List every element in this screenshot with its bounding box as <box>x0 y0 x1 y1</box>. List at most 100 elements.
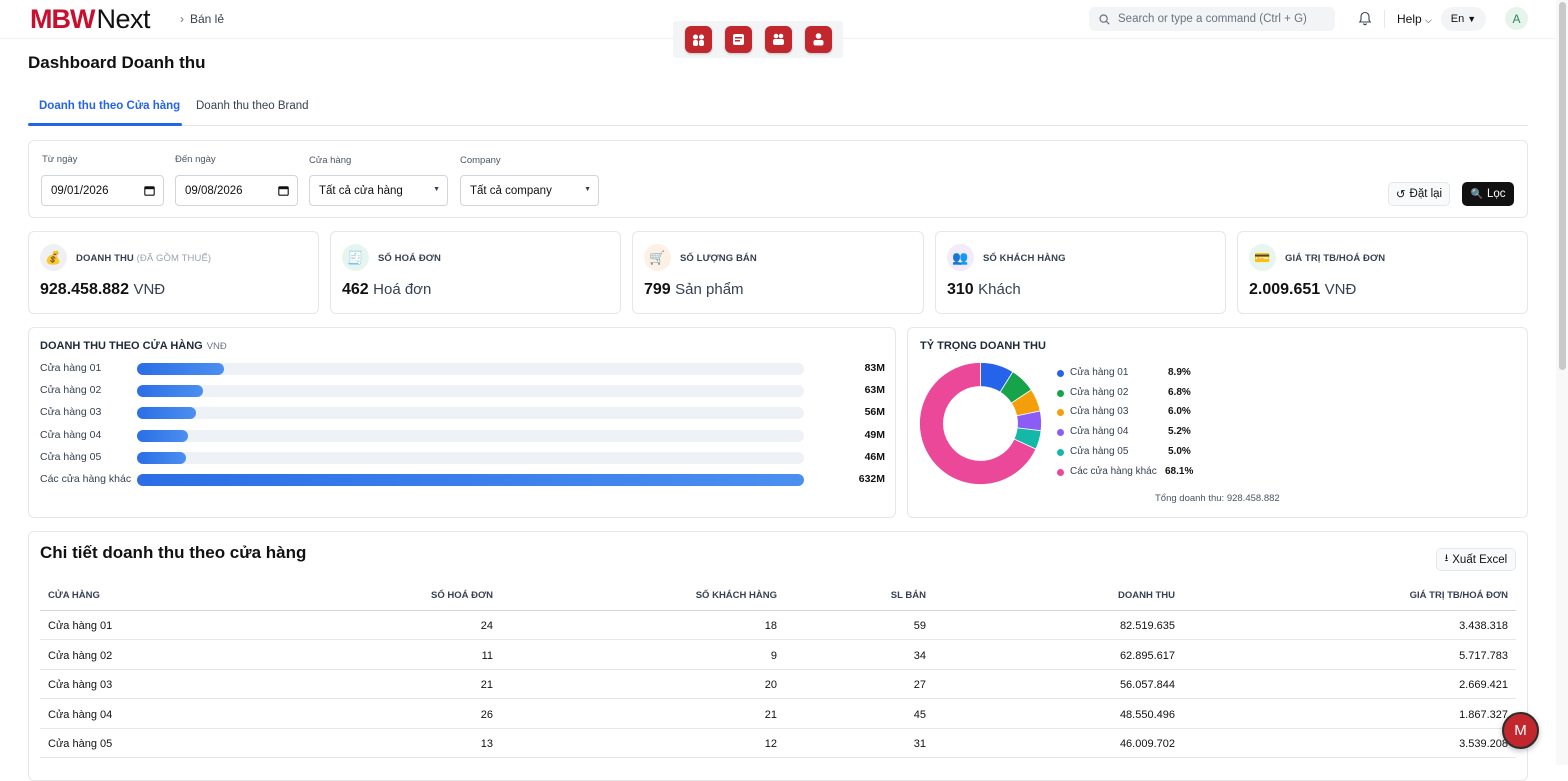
kpi-card-revenue: 💰 DOANH THU (ĐÃ GỒM THUẾ) 928.458.882 VN… <box>28 231 319 314</box>
calendar-icon[interactable] <box>144 185 155 196</box>
download-icon: ⭳ <box>1444 553 1449 564</box>
kpi-unit: Hoá đơn <box>373 281 432 298</box>
caret-down-icon: ▼ <box>584 186 591 193</box>
kpi-value: 928.458.882 VNĐ <box>40 281 165 299</box>
table-row[interactable]: Cửa hàng 01 24 18 59 82.519.635 3.438.318 <box>40 611 1516 640</box>
language-selector[interactable]: En ▼ <box>1441 7 1486 31</box>
table-row[interactable]: Cửa hàng 02 11 9 34 62.895.617 5.717.783 <box>40 641 1516 670</box>
column-header-qty[interactable]: SL BÁN <box>826 590 926 601</box>
bar-row: Cửa hàng 05 46M <box>40 451 885 465</box>
kpi-value: 799 Sản phẩm <box>644 281 744 299</box>
kpi-card-invoices: 🧾 SỐ HOÁ ĐƠN 462 Hoá đơn <box>330 231 621 314</box>
cell-avg-invoice: 2.669.421 <box>1459 679 1508 691</box>
kpi-unit: Khách <box>978 281 1021 298</box>
search-input[interactable]: Search or type a command (Ctrl + G) <box>1089 7 1335 31</box>
table-row[interactable]: Cửa hàng 03 21 20 27 56.057.844 2.669.421 <box>40 670 1516 699</box>
export-excel-button[interactable]: ⭳ Xuất Excel <box>1436 548 1516 571</box>
from-date-field[interactable]: 09/01/2026 <box>41 175 164 206</box>
help-menu[interactable]: Help ⌵ <box>1397 12 1432 26</box>
kpi-number: 462 <box>342 281 369 298</box>
scrollbar-thumb[interactable] <box>1559 2 1566 370</box>
column-header-invoices[interactable]: SỐ HOÁ ĐƠN <box>333 590 493 601</box>
bar-track <box>137 429 804 442</box>
breadcrumb-item[interactable]: Bán lẻ <box>190 12 224 26</box>
bar-value-label: 46M <box>864 450 885 463</box>
kpi-number: 928.458.882 <box>40 281 129 298</box>
cell-store: Cửa hàng 01 <box>48 620 113 632</box>
app-icon-2[interactable] <box>724 26 752 53</box>
bell-icon[interactable] <box>1358 11 1372 31</box>
table-row[interactable]: Cửa hàng 05 13 12 31 46.009.702 3.539.208 <box>40 729 1516 758</box>
tab-brand-revenue[interactable]: Doanh thu theo Brand <box>196 100 309 112</box>
bar-label: Cửa hàng 03 <box>40 406 102 419</box>
cell-revenue: 56.057.844 <box>1119 679 1175 691</box>
cell-revenue: 48.550.496 <box>1119 708 1175 721</box>
bar[interactable] <box>137 385 204 398</box>
cell-invoices: 21 <box>480 679 493 691</box>
legend-swatch <box>1057 389 1064 397</box>
app-icon-1[interactable] <box>684 26 712 53</box>
cell-store: Cửa hàng 03 <box>48 679 113 691</box>
kpi-label-text: SỐ LƯỢNG BÁN <box>680 253 757 264</box>
bar[interactable] <box>137 474 804 486</box>
bar-row: Các cửa hàng khác 632M <box>40 473 885 487</box>
kpi-card-avg-invoice: 💳 GIÁ TRỊ TB/HOÁ ĐƠN 2.009.651 VNĐ <box>1237 231 1528 314</box>
logo-next-text: Next <box>96 4 151 34</box>
cell-revenue: 62.895.617 <box>1119 649 1175 662</box>
kpi-label: DOANH THU (ĐÃ GỒM THUẾ) <box>76 253 211 264</box>
cell-qty: 31 <box>913 738 926 750</box>
kpi-unit: Sản phẩm <box>675 281 744 298</box>
page-title: Dashboard Doanh thu <box>28 53 206 72</box>
avatar[interactable]: A <box>1505 7 1528 30</box>
company-select[interactable]: Tất cả company ▼ <box>460 175 599 206</box>
legend-item: Cửa hàng 02 6.8% <box>1057 387 1227 401</box>
bar-value-label: 63M <box>864 384 885 397</box>
filter-button[interactable]: 🔍 Lọc <box>1462 182 1514 206</box>
bar[interactable] <box>137 429 189 442</box>
bar-row: Cửa hàng 04 49M <box>40 429 885 443</box>
column-header-avg-invoice[interactable]: GIÁ TRỊ TB/HOÁ ĐƠN <box>1308 590 1508 601</box>
app-logo[interactable]: MBW Next <box>30 4 151 35</box>
tab-store-revenue[interactable]: Doanh thu theo Cửa hàng <box>39 100 180 112</box>
donut-total: Tổng doanh thu: 928.458.882 <box>1155 493 1280 504</box>
cell-revenue: 46.009.702 <box>1119 738 1175 750</box>
kpi-value: 310 Khách <box>947 281 1021 299</box>
bar-value-label: 632M <box>858 473 885 485</box>
bar[interactable] <box>137 363 224 375</box>
bar-value-label: 83M <box>864 362 885 374</box>
reset-label: Đặt lại <box>1409 188 1443 200</box>
search-placeholder: Search or type a command (Ctrl + G) <box>1118 13 1307 25</box>
calendar-icon[interactable] <box>278 185 289 196</box>
store-revenue-chart-card: DOANH THU THEO CỬA HÀNG VNĐ Cửa hàng 01 83… <box>28 327 896 518</box>
cell-store: Cửa hàng 05 <box>48 738 113 750</box>
table-row[interactable]: Cửa hàng 04 26 21 45 48.550.496 1.867.327 <box>40 700 1516 729</box>
tab-bar: Doanh thu theo Cửa hàng Doanh thu theo B… <box>28 92 1528 126</box>
breadcrumb[interactable]: › Bán lẻ <box>180 12 224 26</box>
search-icon <box>1099 13 1110 25</box>
column-header-customers[interactable]: SỐ KHÁCH HÀNG <box>617 590 777 601</box>
app-icon-3[interactable] <box>764 26 792 53</box>
kpi-card-customers: 👥 SỐ KHÁCH HÀNG 310 Khách <box>935 231 1226 314</box>
app-icon-4[interactable] <box>804 26 832 53</box>
legend-item: Cửa hàng 01 8.9% <box>1057 367 1227 381</box>
bar[interactable] <box>137 407 197 420</box>
kpi-label-text: DOANH THU <box>76 253 134 264</box>
kpi-value: 2.009.651 VNĐ <box>1249 281 1356 299</box>
column-header-store[interactable]: CỬA HÀNG <box>48 590 100 601</box>
floating-assistant-button[interactable]: M <box>1502 712 1539 749</box>
bar-row: Cửa hàng 02 63M <box>40 384 885 398</box>
bar-label: Cửa hàng 05 <box>40 450 102 463</box>
to-date-field[interactable]: 09/08/2026 <box>175 175 298 206</box>
legend-label: Cửa hàng 01 <box>1070 367 1129 378</box>
bar[interactable] <box>137 451 186 464</box>
cell-qty: 27 <box>913 679 926 691</box>
help-label: Help <box>1397 12 1422 26</box>
kpi-number: 2.009.651 <box>1249 281 1321 298</box>
language-label: En <box>1450 13 1465 25</box>
bar-track <box>137 407 804 420</box>
store-select[interactable]: Tất cả cửa hàng ▼ <box>309 175 448 206</box>
column-header-revenue[interactable]: DOANH THU <box>1015 590 1175 601</box>
credit-card-icon: 💳 <box>1249 244 1276 271</box>
reset-button[interactable]: ↺ Đặt lại <box>1388 182 1450 206</box>
legend-percent: 6.8% <box>1168 386 1191 398</box>
